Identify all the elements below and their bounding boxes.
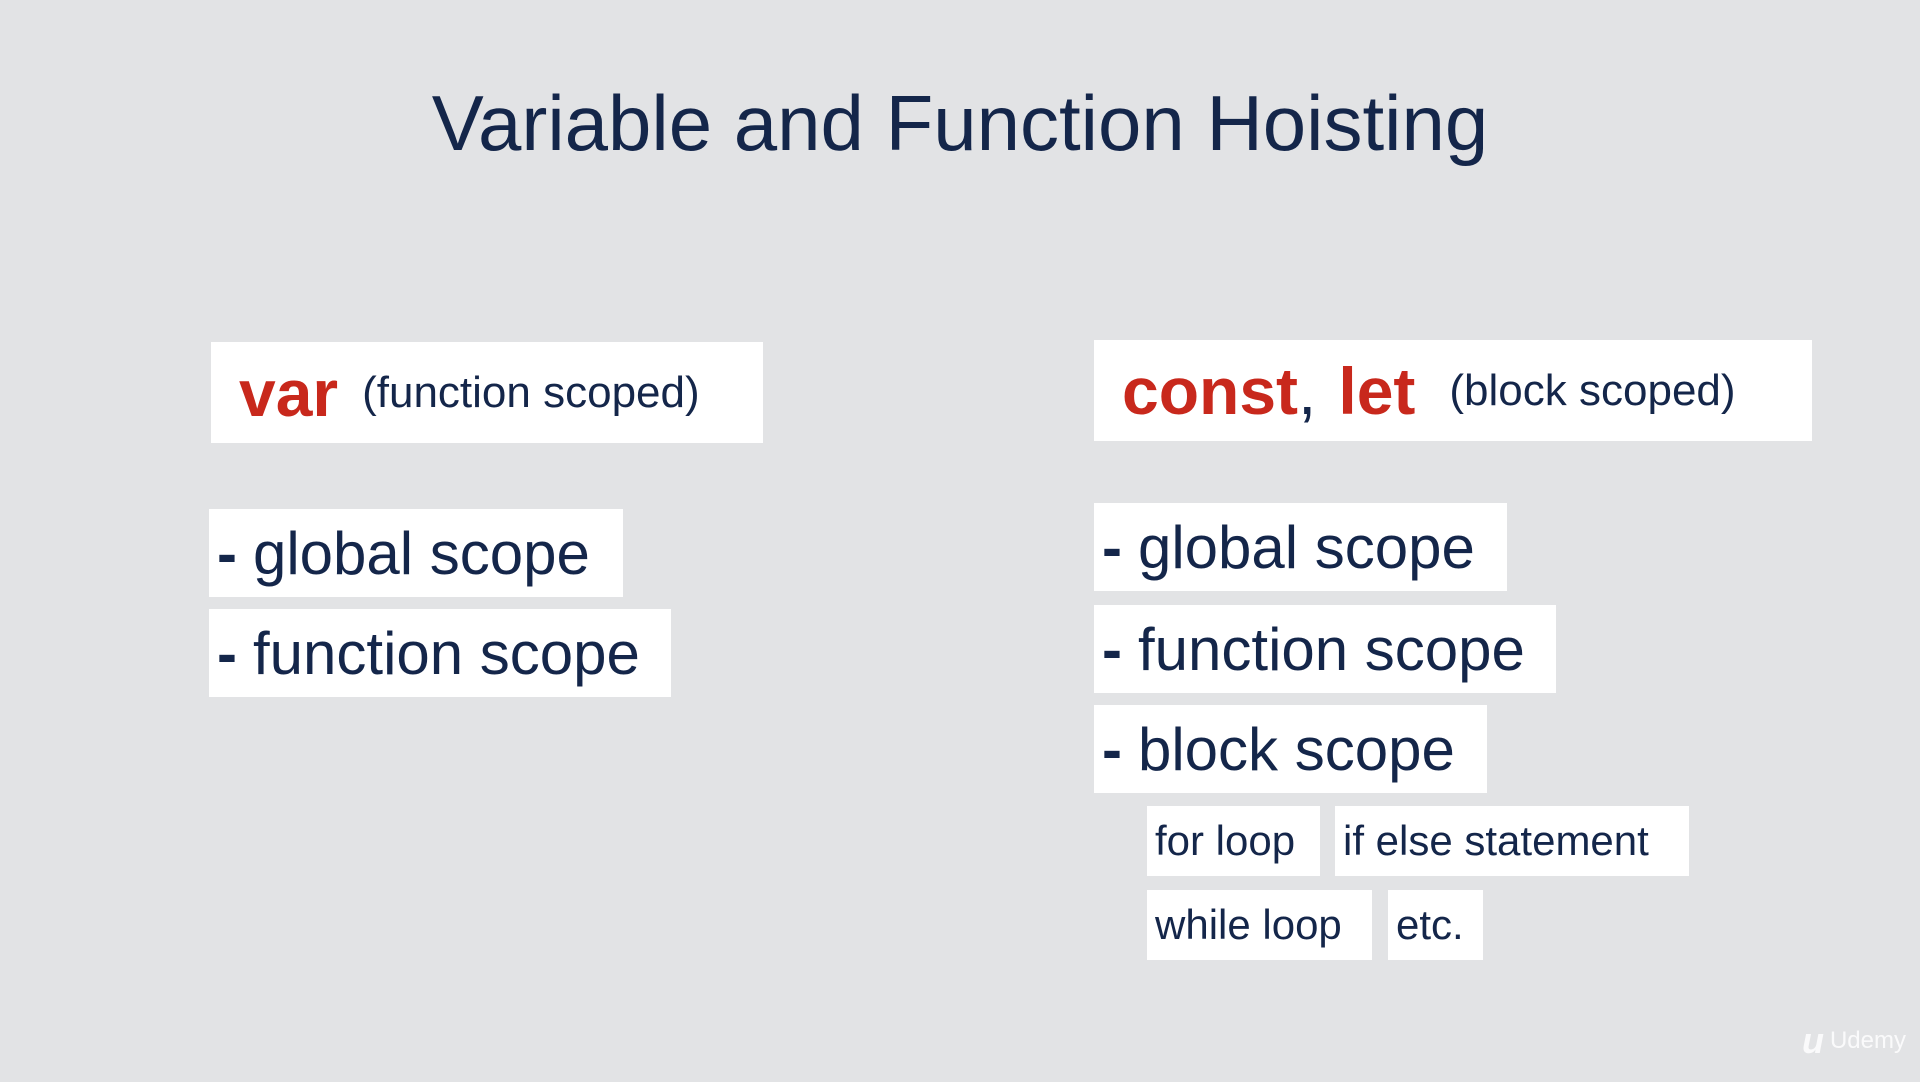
var-scope-note: (function scoped) (362, 367, 700, 417)
block-item-function: - function scope (1094, 605, 1556, 693)
const-let-scope-note: (block scoped) (1449, 365, 1736, 415)
example-etc-label: etc. (1396, 901, 1464, 948)
example-while-loop: while loop (1147, 890, 1372, 960)
slide-title: Variable and Function Hoisting (431, 79, 1489, 167)
example-if-else: if else statement (1335, 806, 1689, 876)
block-item-global: - global scope (1094, 503, 1507, 591)
example-for-loop-label: for loop (1155, 817, 1296, 864)
slide: Variable and Function Hoisting var (func… (0, 0, 1920, 1082)
example-etc: etc. (1388, 890, 1483, 960)
const-keyword: const (1122, 353, 1299, 428)
udemy-logo: u Udemy (1802, 1020, 1906, 1062)
bullet-dash: - (1102, 615, 1122, 683)
block-item-block: - block scope (1094, 705, 1487, 793)
example-for-loop: for loop (1147, 806, 1320, 876)
bullet-dash: - (217, 519, 237, 587)
bullet-dash: - (1102, 513, 1122, 581)
var-item-global-label: global scope (252, 519, 590, 587)
udemy-logo-icon: u (1801, 1020, 1824, 1061)
var-item-global: - global scope (209, 509, 623, 597)
var-heading-box: var (function scoped) (211, 342, 763, 443)
var-item-function-label: function scope (252, 619, 640, 687)
var-item-function: - function scope (209, 609, 671, 697)
var-keyword: var (239, 355, 339, 430)
example-while-loop-label: while loop (1155, 901, 1342, 948)
example-if-else-label: if else statement (1343, 817, 1649, 864)
block-item-global-label: global scope (1137, 513, 1475, 581)
block-item-function-label: function scope (1137, 615, 1525, 683)
bullet-dash: - (217, 619, 237, 687)
bullet-dash: - (1102, 715, 1122, 783)
keyword-separator: , (1298, 353, 1317, 428)
const-let-heading-box: const , let (block scoped) (1094, 340, 1812, 441)
block-item-block-label: block scope (1137, 715, 1455, 783)
udemy-logo-text: Udemy (1829, 1027, 1906, 1054)
let-keyword: let (1338, 353, 1416, 428)
